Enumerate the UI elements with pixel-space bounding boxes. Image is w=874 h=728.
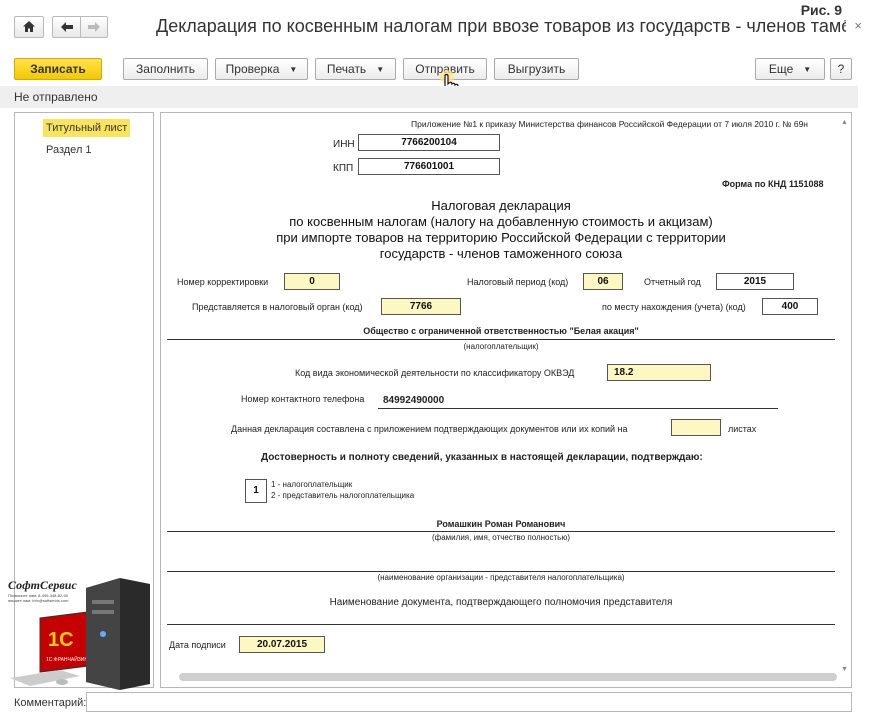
export-button[interactable]: Выгрузить — [494, 58, 579, 80]
okved-label: Код вида экономической деятельности по к… — [295, 368, 575, 378]
sign-date-field[interactable]: 20.07.2015 — [239, 636, 325, 653]
signer-option-1: 1 - налогоплательщик — [271, 480, 353, 489]
home-button[interactable] — [14, 16, 44, 38]
promo-logo-sub: 1С:ФРАНЧАЙЗИНГ — [46, 655, 91, 663]
confirmation-heading: Достоверность и полноту сведений, указан… — [261, 452, 703, 463]
signer-type-field[interactable]: 1 — [245, 479, 267, 503]
section-item-section-1[interactable]: Раздел 1 — [43, 141, 95, 159]
taxpayer-name: Общество с ограниченной ответственностью… — [363, 326, 639, 336]
location-label: по месту нахождения (учета) (код) — [602, 302, 746, 312]
phone-label: Номер контактного телефона — [241, 394, 365, 404]
attachments-label: Данная декларация составлена с приложени… — [231, 424, 628, 434]
taxpayer-caption: (налогоплательщик) — [463, 342, 539, 351]
document-title: Декларация по косвенным налогам при ввоз… — [156, 16, 846, 36]
close-icon[interactable]: × — [854, 18, 862, 33]
back-button[interactable] — [52, 16, 80, 38]
rep-doc-underline — [167, 624, 835, 625]
form-code: Форма по КНД 1151088 — [722, 179, 824, 189]
chevron-down-icon: ▼ — [376, 64, 385, 74]
inn-field[interactable]: 7766200104 — [358, 134, 500, 151]
arrow-left-icon — [60, 20, 73, 35]
period-label: Налоговый период (код) — [467, 277, 569, 287]
check-button-label: Проверка — [225, 62, 280, 76]
declaration-title-line-2: по косвенным налогам (налогу на добавлен… — [289, 214, 713, 229]
horizontal-scrollbar[interactable] — [179, 673, 837, 681]
comment-label: Комментарий: — [14, 697, 87, 709]
help-button[interactable]: ? — [830, 58, 852, 80]
signer-caption: (фамилия, имя, отчество полностью) — [431, 533, 570, 542]
correction-label: Номер корректировки — [177, 277, 269, 287]
declaration-form: Приложение №1 к приказу Министерства фин… — [160, 112, 852, 688]
inn-label: ИНН — [333, 139, 355, 150]
promo-watermark: СофтСервис Позвоните нам: 8-499-348-82-9… — [0, 566, 160, 692]
taxpayer-underline — [167, 339, 835, 340]
declaration-title-line-1: Налоговая декларация — [431, 198, 571, 213]
promo-logo-text: 1С — [48, 629, 74, 651]
save-button[interactable]: Записать — [14, 58, 102, 80]
scroll-up-icon[interactable]: ▲ — [841, 119, 848, 126]
year-field[interactable]: 2015 — [716, 273, 794, 290]
location-field[interactable]: 400 — [762, 298, 818, 315]
comment-input[interactable] — [86, 692, 852, 712]
declaration-title-line-4: государств - членов таможенного союза — [379, 246, 623, 261]
check-dropdown-button[interactable]: Проверка ▼ — [215, 58, 308, 80]
kpp-field[interactable]: 776601001 — [358, 158, 500, 175]
more-dropdown-button[interactable]: Еще ▼ — [755, 58, 825, 80]
fill-button[interactable]: Заполнить — [123, 58, 208, 80]
more-icon[interactable]: ⋮ — [838, 17, 852, 34]
chevron-down-icon: ▼ — [289, 64, 298, 74]
vertical-scrollbar[interactable]: ▲ ▼ — [841, 119, 849, 673]
chevron-down-icon: ▼ — [803, 64, 812, 74]
signer-name: Ромашкин Роман Романович — [436, 519, 566, 529]
more-button-label: Еще — [768, 62, 794, 76]
correction-field[interactable]: 0 — [284, 273, 340, 290]
tax-org-field[interactable]: 7766 — [381, 298, 461, 315]
phone-underline — [378, 408, 778, 409]
attachments-field[interactable] — [671, 419, 721, 436]
section-item-title-page[interactable]: Титульный лист — [43, 119, 131, 137]
rep-org-underline — [167, 571, 835, 572]
arrow-right-icon — [88, 20, 100, 35]
print-button-label: Печать — [326, 62, 367, 76]
tax-org-label: Представляется в налоговый орган (код) — [192, 302, 363, 312]
okved-field[interactable]: 18.2 — [607, 364, 711, 381]
window-titlebar: Декларация по косвенным налогам при ввоз… — [0, 0, 874, 52]
declaration-title-line-3: при импорте товаров на территорию Россий… — [276, 230, 726, 245]
rep-org-caption: (наименование организации - представител… — [377, 573, 625, 582]
send-status: Не отправлено — [0, 86, 858, 108]
attachments-unit: листах — [728, 424, 757, 434]
signer-option-2: 2 - представитель налогоплательщика — [271, 491, 415, 500]
home-icon — [23, 20, 35, 35]
rep-doc-label: Наименование документа, подтверждающего … — [329, 597, 673, 608]
computer-logo-icon: 1С 1С:ФРАНЧАЙЗИНГ — [10, 578, 150, 690]
print-dropdown-button[interactable]: Печать ▼ — [315, 58, 396, 80]
period-field[interactable]: 06 — [583, 273, 623, 290]
year-label: Отчетный год — [644, 277, 701, 287]
sign-date-label: Дата подписи — [169, 640, 226, 650]
phone-value[interactable]: 84992490000 — [383, 395, 444, 406]
kpp-label: КПП — [333, 163, 354, 174]
scroll-down-icon[interactable]: ▼ — [841, 666, 848, 673]
forward-button[interactable] — [80, 16, 108, 38]
appendix-note: Приложение №1 к приказу Министерства фин… — [411, 119, 808, 129]
signer-underline — [167, 531, 835, 532]
comment-bar: Комментарий: — [0, 692, 874, 716]
